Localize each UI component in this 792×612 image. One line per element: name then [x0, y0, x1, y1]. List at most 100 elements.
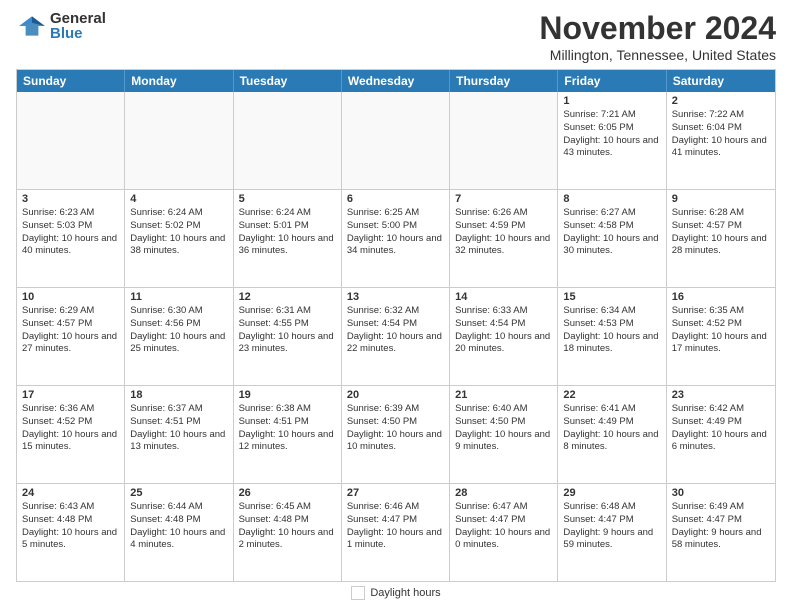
logo-general-text: General — [50, 11, 106, 26]
legend-daylight: Daylight hours — [351, 586, 440, 600]
calendar-cell — [342, 92, 450, 189]
day-info: Sunrise: 6:39 AM Sunset: 4:50 PM Dayligh… — [347, 403, 444, 454]
calendar-cell: 2 Sunrise: 7:22 AM Sunset: 6:04 PM Daylig… — [667, 92, 775, 189]
day-info: Sunrise: 6:48 AM Sunset: 4:47 PM Dayligh… — [563, 501, 660, 552]
calendar-cell: 9 Sunrise: 6:28 AM Sunset: 4:57 PM Daylig… — [667, 190, 775, 287]
day-info: Sunrise: 6:29 AM Sunset: 4:57 PM Dayligh… — [22, 305, 119, 356]
day-info: Sunrise: 6:37 AM Sunset: 4:51 PM Dayligh… — [130, 403, 227, 454]
calendar-body: 1Sunrise: 7:21 AM Sunset: 6:05 PM Daylig… — [17, 92, 775, 581]
calendar-row-4: 24 Sunrise: 6:43 AM Sunset: 4:48 PM Dayli… — [17, 483, 775, 581]
calendar-row-3: 17 Sunrise: 6:36 AM Sunset: 4:52 PM Dayli… — [17, 385, 775, 483]
calendar-cell — [17, 92, 125, 189]
header-wednesday: Wednesday — [342, 70, 450, 92]
day-number: 20 — [347, 389, 444, 401]
day-info: Sunrise: 6:43 AM Sunset: 4:48 PM Dayligh… — [22, 501, 119, 552]
calendar-row-1: 3Sunrise: 6:23 AM Sunset: 5:03 PM Daylig… — [17, 189, 775, 287]
calendar-row-0: 1Sunrise: 7:21 AM Sunset: 6:05 PM Daylig… — [17, 92, 775, 189]
day-info: Sunrise: 6:27 AM Sunset: 4:58 PM Dayligh… — [563, 207, 660, 258]
calendar-cell: 18Sunrise: 6:37 AM Sunset: 4:51 PM Dayli… — [125, 386, 233, 483]
calendar-cell — [234, 92, 342, 189]
day-info: Sunrise: 6:45 AM Sunset: 4:48 PM Dayligh… — [239, 501, 336, 552]
day-info: Sunrise: 6:30 AM Sunset: 4:56 PM Dayligh… — [130, 305, 227, 356]
calendar: Sunday Monday Tuesday Wednesday Thursday… — [16, 69, 776, 582]
calendar-cell: 5Sunrise: 6:24 AM Sunset: 5:01 PM Daylig… — [234, 190, 342, 287]
day-info: Sunrise: 6:49 AM Sunset: 4:47 PM Dayligh… — [672, 501, 770, 552]
day-number: 8 — [563, 193, 660, 205]
header: General Blue November 2024 Millington, T… — [16, 10, 776, 63]
day-number: 12 — [239, 291, 336, 303]
month-title: November 2024 — [539, 10, 776, 47]
day-number: 27 — [347, 487, 444, 499]
day-info: Sunrise: 6:36 AM Sunset: 4:52 PM Dayligh… — [22, 403, 119, 454]
calendar-cell: 16Sunrise: 6:35 AM Sunset: 4:52 PM Dayli… — [667, 288, 775, 385]
day-number: 26 — [239, 487, 336, 499]
calendar-cell — [125, 92, 233, 189]
header-tuesday: Tuesday — [234, 70, 342, 92]
calendar-cell: 10 Sunrise: 6:29 AM Sunset: 4:57 PM Dayli… — [17, 288, 125, 385]
calendar-cell: 25Sunrise: 6:44 AM Sunset: 4:48 PM Dayli… — [125, 484, 233, 581]
calendar-cell: 15 Sunrise: 6:34 AM Sunset: 4:53 PM Dayli… — [558, 288, 666, 385]
day-info: Sunrise: 6:25 AM Sunset: 5:00 PM Dayligh… — [347, 207, 444, 258]
day-info: Sunrise: 6:47 AM Sunset: 4:47 PM Dayligh… — [455, 501, 552, 552]
header-saturday: Saturday — [667, 70, 775, 92]
day-info: Sunrise: 6:33 AM Sunset: 4:54 PM Dayligh… — [455, 305, 552, 356]
calendar-cell: 28 Sunrise: 6:47 AM Sunset: 4:47 PM Dayli… — [450, 484, 558, 581]
calendar-cell: 4 Sunrise: 6:24 AM Sunset: 5:02 PM Daylig… — [125, 190, 233, 287]
header-thursday: Thursday — [450, 70, 558, 92]
calendar-cell: 12 Sunrise: 6:31 AM Sunset: 4:55 PM Dayli… — [234, 288, 342, 385]
logo-bird-icon — [16, 10, 48, 42]
calendar-cell: 19Sunrise: 6:38 AM Sunset: 4:51 PM Dayli… — [234, 386, 342, 483]
title-block: November 2024 Millington, Tennessee, Uni… — [539, 10, 776, 63]
calendar-cell: 24 Sunrise: 6:43 AM Sunset: 4:48 PM Dayli… — [17, 484, 125, 581]
day-number: 29 — [563, 487, 660, 499]
legend-daylight-label: Daylight hours — [370, 587, 440, 599]
day-number: 4 — [130, 193, 227, 205]
day-info: Sunrise: 6:42 AM Sunset: 4:49 PM Dayligh… — [672, 403, 770, 454]
day-number: 1 — [563, 95, 660, 107]
day-info: Sunrise: 7:22 AM Sunset: 6:04 PM Dayligh… — [672, 109, 770, 160]
day-number: 13 — [347, 291, 444, 303]
day-number: 21 — [455, 389, 552, 401]
day-number: 14 — [455, 291, 552, 303]
logo: General Blue — [16, 10, 106, 42]
day-number: 2 — [672, 95, 770, 107]
day-number: 10 — [22, 291, 119, 303]
calendar-cell: 30 Sunrise: 6:49 AM Sunset: 4:47 PM Dayli… — [667, 484, 775, 581]
day-number: 22 — [563, 389, 660, 401]
calendar-cell: 3Sunrise: 6:23 AM Sunset: 5:03 PM Daylig… — [17, 190, 125, 287]
calendar-header: Sunday Monday Tuesday Wednesday Thursday… — [17, 70, 775, 92]
day-number: 9 — [672, 193, 770, 205]
day-info: Sunrise: 6:34 AM Sunset: 4:53 PM Dayligh… — [563, 305, 660, 356]
calendar-cell: 22Sunrise: 6:41 AM Sunset: 4:49 PM Dayli… — [558, 386, 666, 483]
logo-blue-text: Blue — [50, 26, 106, 41]
calendar-cell: 20 Sunrise: 6:39 AM Sunset: 4:50 PM Dayli… — [342, 386, 450, 483]
calendar-cell: 1Sunrise: 7:21 AM Sunset: 6:05 PM Daylig… — [558, 92, 666, 189]
day-info: Sunrise: 6:40 AM Sunset: 4:50 PM Dayligh… — [455, 403, 552, 454]
calendar-cell: 26 Sunrise: 6:45 AM Sunset: 4:48 PM Dayli… — [234, 484, 342, 581]
day-number: 6 — [347, 193, 444, 205]
day-info: Sunrise: 6:44 AM Sunset: 4:48 PM Dayligh… — [130, 501, 227, 552]
calendar-cell: 17 Sunrise: 6:36 AM Sunset: 4:52 PM Dayli… — [17, 386, 125, 483]
calendar-cell — [450, 92, 558, 189]
calendar-cell: 13 Sunrise: 6:32 AM Sunset: 4:54 PM Dayli… — [342, 288, 450, 385]
legend: Daylight hours — [16, 582, 776, 602]
day-info: Sunrise: 6:28 AM Sunset: 4:57 PM Dayligh… — [672, 207, 770, 258]
day-number: 30 — [672, 487, 770, 499]
day-info: Sunrise: 6:24 AM Sunset: 5:02 PM Dayligh… — [130, 207, 227, 258]
day-number: 17 — [22, 389, 119, 401]
day-number: 23 — [672, 389, 770, 401]
calendar-cell: 21 Sunrise: 6:40 AM Sunset: 4:50 PM Dayli… — [450, 386, 558, 483]
day-info: Sunrise: 6:31 AM Sunset: 4:55 PM Dayligh… — [239, 305, 336, 356]
calendar-cell: 11Sunrise: 6:30 AM Sunset: 4:56 PM Dayli… — [125, 288, 233, 385]
header-sunday: Sunday — [17, 70, 125, 92]
day-info: Sunrise: 6:32 AM Sunset: 4:54 PM Dayligh… — [347, 305, 444, 356]
day-info: Sunrise: 6:26 AM Sunset: 4:59 PM Dayligh… — [455, 207, 552, 258]
day-number: 28 — [455, 487, 552, 499]
header-friday: Friday — [558, 70, 666, 92]
calendar-cell: 14 Sunrise: 6:33 AM Sunset: 4:54 PM Dayli… — [450, 288, 558, 385]
header-monday: Monday — [125, 70, 233, 92]
calendar-cell: 23 Sunrise: 6:42 AM Sunset: 4:49 PM Dayli… — [667, 386, 775, 483]
day-number: 24 — [22, 487, 119, 499]
calendar-row-2: 10 Sunrise: 6:29 AM Sunset: 4:57 PM Dayli… — [17, 287, 775, 385]
day-number: 15 — [563, 291, 660, 303]
